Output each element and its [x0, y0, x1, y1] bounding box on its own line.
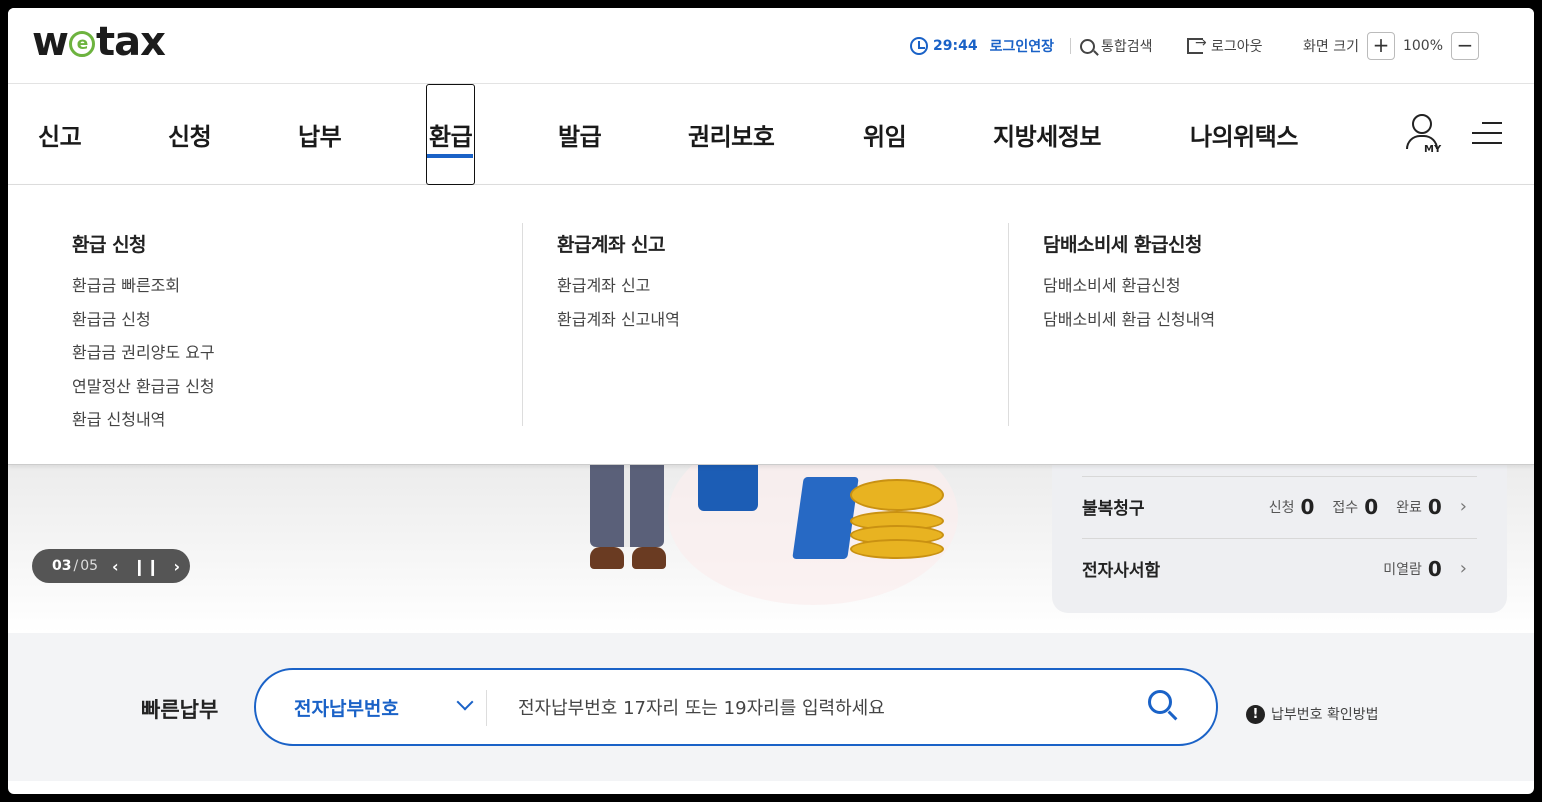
main-banner: 03 / 05 ‹ ❙❙ › 불복청구 신청 0 접수 0 완료 0 › 전자사…: [8, 425, 1534, 633]
logout-icon: [1187, 35, 1207, 54]
zoom-in-button[interactable]: +: [1366, 32, 1395, 60]
top-utility-bar: wetax 29:44 로그인연장 통합검색 로그아웃 화면 크기 + 100%…: [8, 8, 1534, 84]
nav-item-payment[interactable]: 납부: [298, 117, 342, 152]
my-page-icon[interactable]: MY: [1404, 114, 1444, 156]
appeal-done-count: 0: [1427, 494, 1442, 519]
nav-item-rights[interactable]: 권리보호: [688, 117, 775, 152]
menu-col-refund-apply: 환급 신청 환급금 빠른조회 환급금 신청 환급금 권리양도 요구 연말정산 환…: [72, 230, 215, 443]
chevron-right-icon: ›: [1459, 558, 1467, 579]
nav-item-my-wetax[interactable]: 나의위택스: [1190, 117, 1298, 152]
main-navigation: 신고 신청 납부 환급 발급 권리보호 위임 지방세정보 나의위택스 MY: [8, 84, 1534, 185]
banner-pager: 03 / 05 ‹ ❙❙ ›: [32, 549, 190, 583]
appeal-receive-count: 0: [1364, 494, 1379, 519]
menu-link[interactable]: 환급금 빠른조회: [72, 275, 215, 309]
zoom-out-button[interactable]: −: [1451, 32, 1480, 60]
integrated-search-link[interactable]: 통합검색: [1080, 32, 1153, 60]
banner-illustration: [698, 465, 758, 511]
zoom-control: 화면 크기 + 100% −: [1303, 32, 1487, 60]
search-icon: [1080, 38, 1095, 54]
pause-icon[interactable]: ❙❙: [133, 557, 160, 576]
menu-heading[interactable]: 환급 신청: [72, 230, 215, 257]
pager-current: 03: [52, 558, 72, 574]
info-icon: !: [1246, 704, 1265, 724]
appeal-status-row[interactable]: 불복청구 신청 0 접수 0 완료 0 ›: [1082, 476, 1477, 536]
nav-item-delegate[interactable]: 위임: [863, 117, 907, 152]
next-slide-icon[interactable]: ›: [173, 557, 180, 576]
clock-icon: [910, 37, 928, 55]
quick-pay-section: 빠른납부 전자납부번호 ! 납부번호 확인방법: [8, 633, 1534, 781]
character-illustration: [590, 465, 664, 547]
prev-slide-icon[interactable]: ‹: [112, 557, 119, 576]
search-icon[interactable]: [1148, 690, 1180, 722]
nav-item-local-tax-info[interactable]: 지방세정보: [993, 117, 1101, 152]
payment-type-select[interactable]: 전자납부번호: [294, 694, 399, 721]
menu-heading[interactable]: 담배소비세 환급신청: [1043, 230, 1215, 257]
nav-item-apply[interactable]: 신청: [168, 117, 212, 152]
nav-item-refund[interactable]: 환급: [426, 84, 475, 185]
menu-link[interactable]: 환급계좌 신고내역: [557, 309, 680, 343]
login-extend-link[interactable]: 로그인연장: [990, 36, 1054, 56]
divider: [1070, 38, 1071, 54]
menu-link[interactable]: 환급 신청내역: [72, 409, 215, 443]
menu-heading[interactable]: 환급계좌 신고: [557, 230, 680, 257]
pager-total: 05: [80, 558, 99, 574]
nav-item-report[interactable]: 신고: [38, 117, 82, 152]
divider: [1008, 223, 1009, 426]
appeal-apply-count: 0: [1300, 494, 1315, 519]
zoom-label: 화면 크기: [1303, 39, 1359, 55]
mailbox-status-row[interactable]: 전자사서함 미열람 0 ›: [1082, 538, 1477, 598]
chevron-right-icon: ›: [1459, 496, 1467, 517]
coin-illustration: [850, 479, 944, 511]
session-timer: 29:44 로그인연장: [910, 32, 1054, 60]
divider: [486, 690, 487, 726]
nav-item-issue[interactable]: 발급: [558, 117, 602, 152]
hamburger-menu-icon[interactable]: [1472, 120, 1502, 146]
menu-link[interactable]: 환급금 신청: [72, 309, 215, 343]
status-panel: 불복청구 신청 0 접수 0 완료 0 › 전자사서함 미열람 0 ›: [1052, 460, 1507, 613]
timer-value: 29:44: [933, 38, 978, 54]
browser-frame: wetax 29:44 로그인연장 통합검색 로그아웃 화면 크기 + 100%…: [8, 8, 1534, 794]
logout-link[interactable]: 로그아웃: [1187, 32, 1263, 60]
active-indicator: [427, 154, 473, 158]
refund-dropdown-menu: 환급 신청 환급금 빠른조회 환급금 신청 환급금 권리양도 요구 연말정산 환…: [8, 185, 1534, 465]
menu-link[interactable]: 환급금 권리양도 요구: [72, 342, 215, 376]
payment-number-input[interactable]: [518, 690, 1118, 726]
menu-link[interactable]: 담배소비세 환급 신청내역: [1043, 309, 1215, 343]
menu-link[interactable]: 연말정산 환급금 신청: [72, 376, 215, 410]
menu-link[interactable]: 환급계좌 신고: [557, 275, 680, 309]
zoom-value: 100%: [1402, 38, 1444, 54]
quick-pay-box: 전자납부번호: [254, 668, 1218, 746]
menu-col-tobacco-refund: 담배소비세 환급신청 담배소비세 환급신청 담배소비세 환급 신청내역: [1043, 230, 1215, 342]
quick-pay-label: 빠른납부: [141, 698, 219, 722]
menu-link[interactable]: 담배소비세 환급신청: [1043, 275, 1215, 309]
divider: [522, 223, 523, 426]
payment-number-help-link[interactable]: ! 납부번호 확인방법: [1246, 704, 1379, 724]
chevron-down-icon[interactable]: [456, 693, 474, 711]
mailbox-unread-count: 0: [1427, 556, 1442, 581]
wetax-logo[interactable]: w e tax: [32, 22, 166, 62]
menu-col-refund-account: 환급계좌 신고 환급계좌 신고 환급계좌 신고내역: [557, 230, 680, 342]
